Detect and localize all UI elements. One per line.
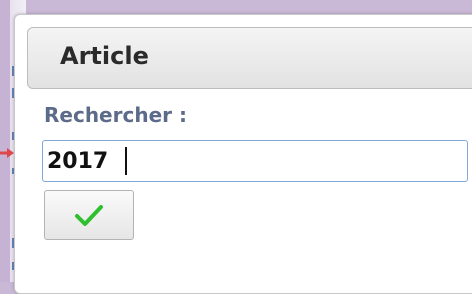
dialog-title: Article [60,42,149,70]
check-icon [75,205,103,226]
arrow-right-icon [0,148,14,158]
search-input[interactable] [42,140,468,182]
dialog-header: Article [27,27,472,89]
search-label: Rechercher : [44,103,187,127]
text-caret [125,147,127,175]
validate-button[interactable] [44,190,134,240]
